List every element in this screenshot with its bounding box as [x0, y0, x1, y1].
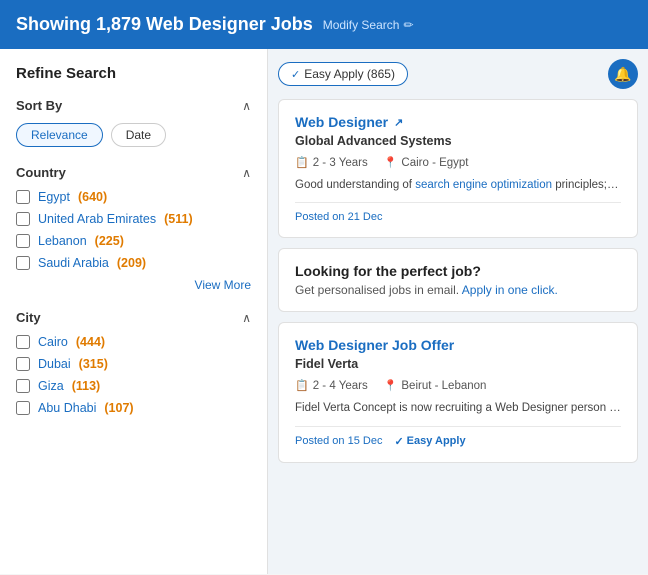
experience-1: 📋 2 - 3 Years [295, 156, 368, 169]
country-lebanon-name: Lebanon [38, 234, 87, 248]
company-name-2: Fidel Verta [295, 357, 621, 371]
easy-apply-label: Easy Apply (865) [304, 67, 395, 81]
posted-date-2: Posted on 15 Dec [295, 435, 382, 447]
job-title-2: Web Designer Job Offer [295, 337, 621, 353]
country-egypt-count: (640) [78, 190, 107, 204]
easy-apply-badge-2[interactable]: ✓ Easy Apply [394, 435, 465, 448]
country-section: Country ∧ Egypt (640) United Arab Emirat… [16, 165, 251, 292]
modify-search-link[interactable]: Modify Search ✏ [323, 18, 414, 32]
filter-bar: ✓ Easy Apply (865) 🔔 [278, 59, 638, 89]
experience-text-2: 2 - 4 Years [313, 380, 368, 392]
page-header: Showing 1,879 Web Designer Jobs Modify S… [0, 0, 648, 49]
external-link-icon-1: ↗ [394, 116, 403, 129]
promo-title: Looking for the perfect job? [295, 263, 621, 279]
city-giza-checkbox[interactable] [16, 379, 30, 393]
promo-subtitle: Get personalised jobs in email. Apply in… [295, 283, 621, 297]
sort-by-label: Sort By [16, 98, 62, 113]
country-saudi-checkbox[interactable] [16, 256, 30, 270]
sort-by-section: Sort By ∧ Relevance Date [16, 98, 251, 147]
job-title-1: Web Designer ↗ [295, 114, 621, 130]
job-title-text-2[interactable]: Web Designer Job Offer [295, 337, 454, 353]
country-lebanon-count: (225) [95, 234, 124, 248]
city-dubai-count: (315) [79, 357, 108, 371]
desc-highlight-1: search engine optimization [415, 179, 552, 191]
calendar-icon-2: 📋 [295, 379, 309, 392]
sort-relevance-button[interactable]: Relevance [16, 123, 103, 147]
main-layout: Refine Search Sort By ∧ Relevance Date C… [0, 49, 648, 574]
location-text-1: Cairo - Egypt [401, 157, 468, 169]
location-icon-1: 📍 [384, 156, 398, 169]
easy-apply-check-icon-2: ✓ [394, 435, 403, 448]
experience-2: 📋 2 - 4 Years [295, 379, 368, 392]
city-dubai-name: Dubai [38, 357, 71, 371]
city-cairo-count: (444) [76, 335, 105, 349]
job-listings: ✓ Easy Apply (865) 🔔 Web Designer ↗ Glob… [268, 49, 648, 574]
country-egypt-checkbox[interactable] [16, 190, 30, 204]
country-lebanon-checkbox[interactable] [16, 234, 30, 248]
sort-chevron-icon: ∧ [242, 99, 251, 113]
city-abudhabi-checkbox[interactable] [16, 401, 30, 415]
job-meta-2: 📋 2 - 4 Years 📍 Beirut - Lebanon [295, 379, 621, 392]
promo-link[interactable]: Apply in one click. [462, 283, 558, 297]
sidebar: Refine Search Sort By ∧ Relevance Date C… [0, 49, 268, 574]
promo-card: Looking for the perfect job? Get persona… [278, 248, 638, 312]
city-section: City ∧ Cairo (444) Dubai (315) Giza (113… [16, 310, 251, 415]
location-text-2: Beirut - Lebanon [401, 380, 486, 392]
city-chevron-icon: ∧ [242, 311, 251, 325]
city-abudhabi: Abu Dhabi (107) [16, 401, 251, 415]
country-label: Country [16, 165, 66, 180]
country-egypt-name: Egypt [38, 190, 70, 204]
city-cairo: Cairo (444) [16, 335, 251, 349]
sidebar-title: Refine Search [16, 65, 251, 82]
sort-options: Relevance Date [16, 123, 251, 147]
job-footer-2: Posted on 15 Dec ✓ Easy Apply [295, 435, 621, 448]
country-uae: United Arab Emirates (511) [16, 212, 251, 226]
job-card-1: Web Designer ↗ Global Advanced Systems 📋… [278, 99, 638, 238]
city-label: City [16, 310, 41, 325]
city-dubai-checkbox[interactable] [16, 357, 30, 371]
job-desc-1: Good understanding of search engine opti… [295, 177, 621, 194]
location-icon-2: 📍 [384, 379, 398, 392]
bell-icon: 🔔 [614, 66, 631, 83]
country-uae-count: (511) [164, 212, 193, 226]
calendar-icon-1: 📋 [295, 156, 309, 169]
city-dubai: Dubai (315) [16, 357, 251, 371]
city-cairo-checkbox[interactable] [16, 335, 30, 349]
city-giza-name: Giza [38, 379, 64, 393]
city-giza-count: (113) [72, 379, 101, 393]
page-title: Showing 1,879 Web Designer Jobs [16, 14, 313, 35]
modify-search-label: Modify Search [323, 18, 400, 32]
country-view-more[interactable]: View More [16, 278, 251, 292]
job-desc-2: Fidel Verta Concept is now recruiting a … [295, 400, 621, 417]
job-title-text-1[interactable]: Web Designer [295, 114, 388, 130]
pencil-icon: ✏ [403, 18, 413, 32]
city-giza: Giza (113) [16, 379, 251, 393]
job-card-2: Web Designer Job Offer Fidel Verta 📋 2 -… [278, 322, 638, 462]
city-abudhabi-name: Abu Dhabi [38, 401, 96, 415]
sort-date-button[interactable]: Date [111, 123, 166, 147]
company-name-1: Global Advanced Systems [295, 134, 621, 148]
country-lebanon: Lebanon (225) [16, 234, 251, 248]
job-meta-1: 📋 2 - 3 Years 📍 Cairo - Egypt [295, 156, 621, 169]
country-saudi-count: (209) [117, 256, 146, 270]
sort-by-header: Sort By ∧ [16, 98, 251, 113]
country-header: Country ∧ [16, 165, 251, 180]
posted-date-1: Posted on 21 Dec [295, 211, 621, 223]
easy-apply-filter[interactable]: ✓ Easy Apply (865) [278, 62, 408, 86]
country-saudi: Saudi Arabia (209) [16, 256, 251, 270]
easy-apply-check-icon: ✓ [291, 68, 300, 81]
city-header: City ∧ [16, 310, 251, 325]
experience-text-1: 2 - 3 Years [313, 157, 368, 169]
country-uae-checkbox[interactable] [16, 212, 30, 226]
location-2: 📍 Beirut - Lebanon [384, 379, 487, 392]
country-egypt: Egypt (640) [16, 190, 251, 204]
country-saudi-name: Saudi Arabia [38, 256, 109, 270]
country-uae-name: United Arab Emirates [38, 212, 156, 226]
city-cairo-name: Cairo [38, 335, 68, 349]
notification-button[interactable]: 🔔 [608, 59, 638, 89]
country-chevron-icon: ∧ [242, 166, 251, 180]
easy-apply-text-2: Easy Apply [407, 435, 466, 447]
city-abudhabi-count: (107) [104, 401, 133, 415]
location-1: 📍 Cairo - Egypt [384, 156, 469, 169]
